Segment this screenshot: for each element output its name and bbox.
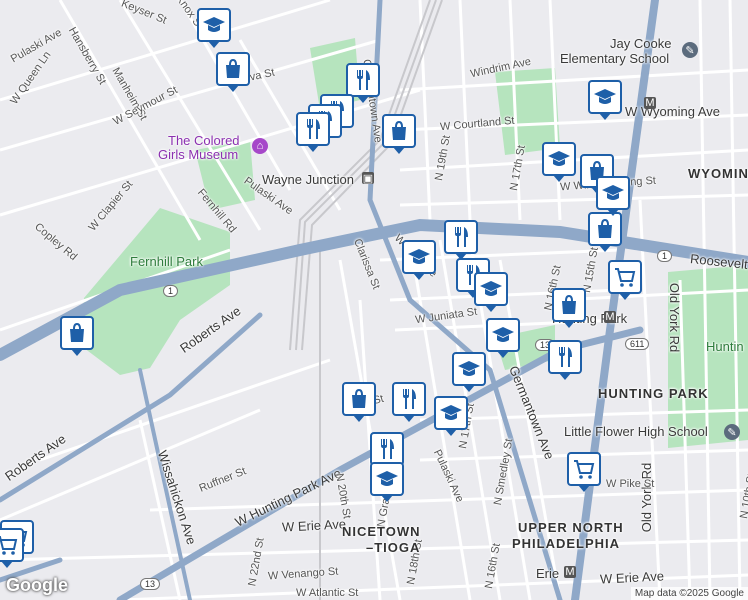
- restaurant-marker[interactable]: [346, 63, 380, 103]
- shopping-marker[interactable]: [216, 52, 250, 92]
- school-marker[interactable]: [452, 352, 486, 392]
- shopping-marker[interactable]: [342, 382, 376, 422]
- school-marker[interactable]: [596, 176, 630, 216]
- hood-label-upper-np-2: PHILADELPHIA: [512, 536, 621, 551]
- shopping-marker[interactable]: [588, 212, 622, 252]
- school-icon: [458, 361, 480, 376]
- shopping-icon: [562, 294, 576, 314]
- school-icon: [492, 327, 514, 342]
- street-label-wyoming-ave: W Wyoming Ave: [625, 104, 721, 119]
- restaurant-marker[interactable]: [370, 432, 404, 472]
- restaurant-icon: [381, 439, 394, 459]
- grocery-icon: [615, 268, 636, 287]
- subway-station-icon[interactable]: M: [644, 97, 656, 109]
- shopping-icon: [70, 322, 84, 342]
- restaurant-marker[interactable]: [296, 112, 330, 152]
- museum-icon[interactable]: ⌂: [252, 138, 268, 154]
- route-shield-us1: 1: [657, 250, 673, 262]
- school-marker[interactable]: [402, 240, 436, 280]
- school-marker[interactable]: [370, 462, 404, 502]
- train-station-icon[interactable]: ▣: [362, 172, 374, 185]
- school-marker[interactable]: [486, 318, 520, 358]
- restaurant-marker[interactable]: [548, 340, 582, 380]
- restaurant-marker[interactable]: [444, 220, 478, 260]
- shopping-icon: [226, 58, 240, 78]
- grocery-marker[interactable]: [0, 528, 24, 568]
- school-marker[interactable]: [434, 396, 468, 436]
- station-label-erie: Erie: [536, 566, 560, 581]
- grocery-icon: [574, 460, 595, 479]
- street-label-old-york-low: Old York Rd: [639, 462, 655, 533]
- school-icon[interactable]: ✎: [724, 424, 740, 440]
- shopping-icon: [352, 388, 366, 408]
- restaurant-icon: [559, 347, 572, 367]
- shopping-marker[interactable]: [60, 316, 94, 356]
- subway-station-icon[interactable]: M: [564, 566, 576, 578]
- place-label-jay-cooke-2: Elementary School: [560, 51, 670, 66]
- school-icon: [408, 249, 430, 264]
- school-icon: [480, 281, 502, 296]
- place-label-wayne-junction: Wayne Junction: [262, 172, 355, 187]
- street-label-old-york-right: Old York Rd: [667, 282, 683, 353]
- school-icon: [602, 185, 624, 200]
- grocery-marker[interactable]: [567, 452, 601, 492]
- route-shield-rt611: 611: [625, 338, 650, 350]
- restaurant-icon: [403, 389, 416, 409]
- subway-station-icon[interactable]: M: [604, 311, 616, 323]
- school-marker[interactable]: [542, 142, 576, 182]
- park-label-fernhill: Fernhill Park: [130, 254, 203, 269]
- hood-label-nicetown: NICETOWN: [342, 524, 421, 539]
- school-marker[interactable]: [474, 272, 508, 312]
- street-label-atlantic: W Atlantic St: [296, 587, 359, 599]
- school-icon[interactable]: ✎: [682, 42, 698, 58]
- shopping-marker[interactable]: [552, 288, 586, 328]
- hood-label-tioga: –TIOGA: [366, 540, 421, 555]
- route-shield-us1: 1: [163, 285, 179, 297]
- google-logo: Google: [6, 575, 68, 595]
- map-canvas[interactable]: Keyser St Knox St Pulaski Ave W Queen Ln…: [0, 0, 748, 600]
- street-label-pike: W Pike St: [606, 478, 655, 490]
- grocery-icon: [0, 536, 18, 555]
- place-label-jay-cooke-1: Jay Cooke: [610, 36, 672, 51]
- place-label-museum-1: The Colored: [168, 133, 240, 148]
- hood-label-hunting-park: HUNTING PARK: [598, 386, 709, 401]
- restaurant-icon: [307, 119, 320, 139]
- school-icon: [203, 17, 225, 32]
- school-marker[interactable]: [197, 8, 231, 48]
- school-icon: [594, 89, 616, 104]
- shopping-marker[interactable]: [382, 114, 416, 154]
- restaurant-marker[interactable]: [392, 382, 426, 422]
- shopping-icon: [598, 218, 612, 238]
- hood-label-wyoming: WYOMING: [688, 166, 748, 181]
- school-marker[interactable]: [588, 80, 622, 120]
- route-shield-rt13: 13: [140, 578, 161, 590]
- park-label-hunting-right: Huntin: [706, 339, 744, 354]
- place-label-museum-2: Girls Museum: [158, 147, 239, 162]
- school-icon: [548, 151, 570, 166]
- shopping-icon: [392, 120, 406, 140]
- restaurant-icon: [455, 227, 468, 247]
- grocery-marker[interactable]: [608, 260, 642, 300]
- school-icon: [376, 471, 398, 486]
- map-data-credit[interactable]: Map data ©2025 Google: [630, 587, 748, 600]
- hood-label-upper-np-1: UPPER NORTH: [518, 520, 624, 535]
- school-icon: [440, 405, 462, 420]
- restaurant-icon: [357, 70, 370, 90]
- place-label-little-flower: Little Flower High School: [564, 424, 708, 439]
